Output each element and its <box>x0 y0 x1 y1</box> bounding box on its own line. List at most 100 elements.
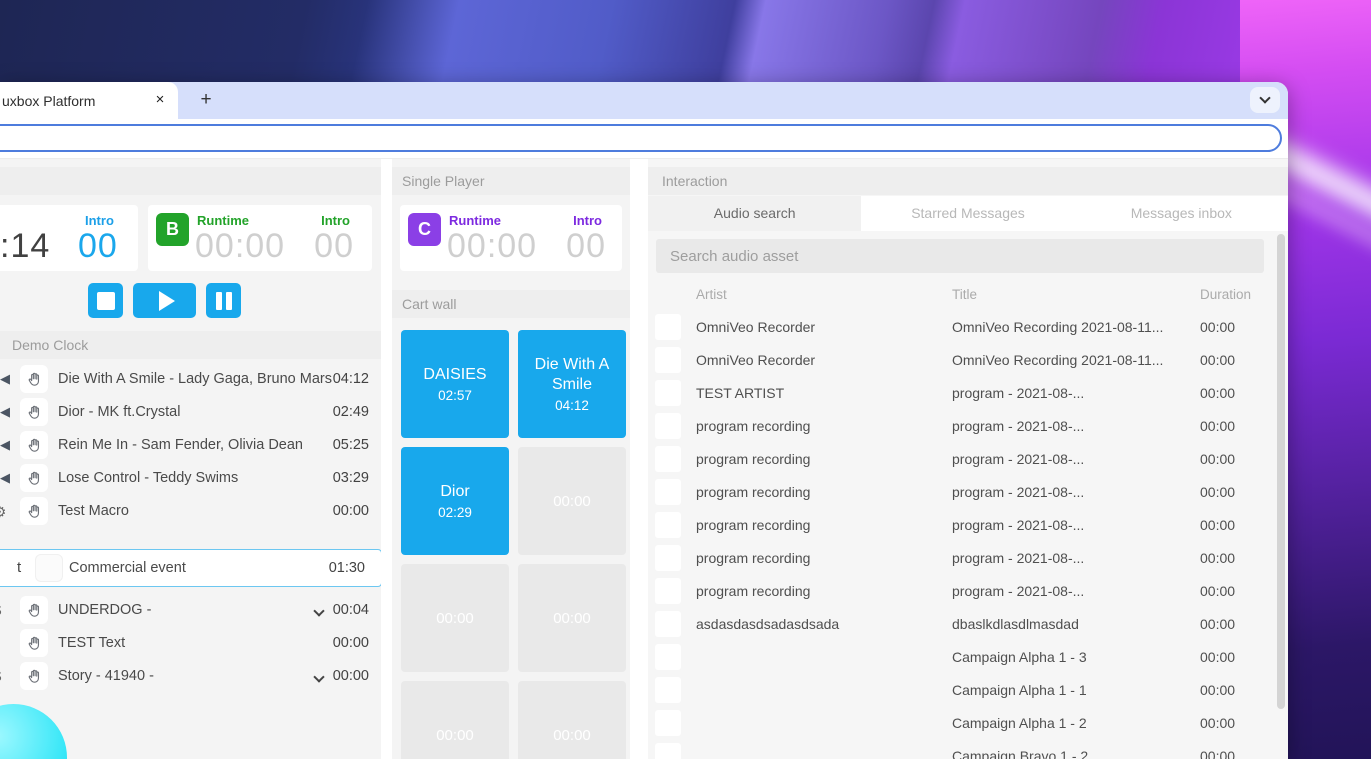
table-row[interactable]: OmniVeo RecorderOmniVeo Recording 2021-0… <box>648 344 1288 377</box>
list-item[interactable]: $UNDERDOG -00:04 <box>0 594 381 627</box>
stop-button[interactable] <box>88 283 123 318</box>
clock-header: Demo Clock <box>0 331 381 359</box>
list-item[interactable]: ◀Rein Me In - Sam Fender, Olivia Dean05:… <box>0 429 381 462</box>
row-checkbox[interactable] <box>655 512 681 538</box>
table-row[interactable]: Campaign Alpha 1 - 100:00 <box>648 674 1288 707</box>
cart-duration: 02:29 <box>438 505 472 520</box>
table-row[interactable]: TEST ARTISTprogram - 2021-08-...00:00 <box>648 377 1288 410</box>
list-item[interactable]: tTEST Text00:00 <box>0 627 381 660</box>
chevron-down-icon[interactable] <box>313 671 324 682</box>
cell-artist: program recording <box>696 443 810 476</box>
cell-title: dbaslkdlasdlmasdad <box>952 608 1079 641</box>
row-checkbox[interactable] <box>655 743 681 759</box>
row-checkbox[interactable] <box>655 479 681 505</box>
hand-icon[interactable] <box>20 629 48 657</box>
cell-title: program - 2021-08-... <box>952 575 1084 608</box>
row-checkbox[interactable] <box>655 545 681 571</box>
track-title: Die With A Smile - Lady Gaga, Bruno Mars <box>58 363 332 396</box>
speaker-icon: ◀ <box>0 371 10 387</box>
track-duration: 04:12 <box>333 363 369 396</box>
row-checkbox[interactable] <box>655 413 681 439</box>
list-item[interactable]: ◀Lose Control - Teddy Swims03:29 <box>0 462 381 495</box>
browser-window: uxbox Platform × + Runtime :14 Intro 00 <box>0 82 1288 759</box>
close-tab-icon[interactable]: × <box>150 90 170 110</box>
table-row[interactable]: Campaign Bravo 1 - 200:00 <box>648 740 1288 759</box>
tab-menu-button[interactable] <box>1250 87 1280 113</box>
cart-card[interactable]: Die With A Smile04:12 <box>518 330 626 438</box>
tab-starred-messages[interactable]: Starred Messages <box>861 196 1074 231</box>
hand-icon[interactable] <box>20 464 48 492</box>
cart-card[interactable]: 00:00 <box>518 447 626 555</box>
list-item[interactable]: $Story - 41940 -00:00 <box>0 660 381 693</box>
row-checkbox[interactable] <box>655 578 681 604</box>
table-row[interactable]: OmniVeo RecorderOmniVeo Recording 2021-0… <box>648 311 1288 344</box>
address-bar[interactable] <box>0 124 1282 152</box>
row-checkbox[interactable] <box>655 677 681 703</box>
hand-icon[interactable] <box>20 365 48 393</box>
event-title: Commercial event <box>69 550 186 586</box>
item-type-icon: $ <box>0 668 1 685</box>
row-checkbox[interactable] <box>655 710 681 736</box>
tab-audio-search[interactable]: Audio search <box>648 196 861 231</box>
player-a-card: Runtime :14 Intro 00 <box>0 205 138 271</box>
tab-messages-inbox[interactable]: Messages inbox <box>1075 196 1288 231</box>
table-row[interactable]: Campaign Alpha 1 - 300:00 <box>648 641 1288 674</box>
list-item[interactable]: ◀Dior - MK ft.Crystal02:49 <box>0 396 381 429</box>
track-title: TEST Text <box>58 627 125 660</box>
cell-artist: program recording <box>696 476 810 509</box>
cell-title: OmniVeo Recording 2021-08-11... <box>952 311 1163 344</box>
player-c-runtime-label: Runtime <box>449 213 501 228</box>
row-checkbox[interactable] <box>655 644 681 670</box>
track-title: Test Macro <box>58 495 129 528</box>
row-checkbox[interactable] <box>655 347 681 373</box>
table-row[interactable]: program recordingprogram - 2021-08-...00… <box>648 575 1288 608</box>
cell-duration: 00:00 <box>1200 674 1235 707</box>
cell-title: program - 2021-08-... <box>952 476 1084 509</box>
hand-icon[interactable] <box>20 596 48 624</box>
table-row[interactable]: Campaign Alpha 1 - 200:00 <box>648 707 1288 740</box>
interaction-tabs: Audio searchStarred MessagesMessages inb… <box>648 196 1288 231</box>
cell-title: Campaign Bravo 1 - 2 <box>952 740 1088 759</box>
hand-icon[interactable] <box>20 431 48 459</box>
browser-toolbar <box>0 119 1288 159</box>
hand-icon[interactable] <box>20 398 48 426</box>
row-checkbox[interactable] <box>655 314 681 340</box>
commercial-event-row[interactable]: t Commercial event 01:30 <box>0 549 381 587</box>
list-item[interactable]: ◀ Die With A Smile - Lady Gaga, Bruno Mar… <box>0 363 381 396</box>
cart-card[interactable]: 00:00 <box>401 564 509 672</box>
cart-card[interactable]: 00:00 <box>518 564 626 672</box>
scrollbar-thumb[interactable] <box>1277 234 1285 709</box>
cart-card[interactable]: 00:00 <box>401 681 509 759</box>
row-checkbox[interactable] <box>655 611 681 637</box>
play-button[interactable] <box>133 283 196 318</box>
table-row[interactable]: program recordingprogram - 2021-08-...00… <box>648 443 1288 476</box>
cart-card[interactable]: 00:00 <box>518 681 626 759</box>
player-a-intro-label: Intro <box>85 213 114 228</box>
chevron-down-icon[interactable] <box>313 605 324 616</box>
cell-title: program - 2021-08-... <box>952 410 1084 443</box>
new-tab-button[interactable]: + <box>193 87 219 113</box>
cart-card[interactable]: Dior02:29 <box>401 447 509 555</box>
track-duration: 03:29 <box>333 462 369 495</box>
player-c-badge: C <box>408 213 441 246</box>
event-icon-box <box>35 554 63 582</box>
table-row[interactable]: asdasdasdsadasdsadadbaslkdlasdlmasdad00:… <box>648 608 1288 641</box>
hand-icon[interactable] <box>20 497 48 525</box>
table-row[interactable]: program recordingprogram - 2021-08-...00… <box>648 509 1288 542</box>
table-row[interactable]: program recordingprogram - 2021-08-...00… <box>648 542 1288 575</box>
pause-button[interactable] <box>206 283 241 318</box>
player-c-intro-label: Intro <box>573 213 602 228</box>
row-checkbox[interactable] <box>655 446 681 472</box>
table-row[interactable]: program recordingprogram - 2021-08-...00… <box>648 476 1288 509</box>
player-b-intro-label: Intro <box>321 213 350 228</box>
table-row[interactable]: program recordingprogram - 2021-08-...00… <box>648 410 1288 443</box>
audio-search-input[interactable] <box>656 239 1264 273</box>
cart-card[interactable]: DAISIES02:57 <box>401 330 509 438</box>
browser-tab[interactable]: uxbox Platform × <box>0 82 178 119</box>
speaker-icon: ◀ <box>0 404 10 420</box>
track-duration: 02:49 <box>333 396 369 429</box>
player-b-badge: B <box>156 213 189 246</box>
hand-icon[interactable] <box>20 662 48 690</box>
row-checkbox[interactable] <box>655 380 681 406</box>
list-item[interactable]: ⚙Test Macro00:00 <box>0 495 381 528</box>
